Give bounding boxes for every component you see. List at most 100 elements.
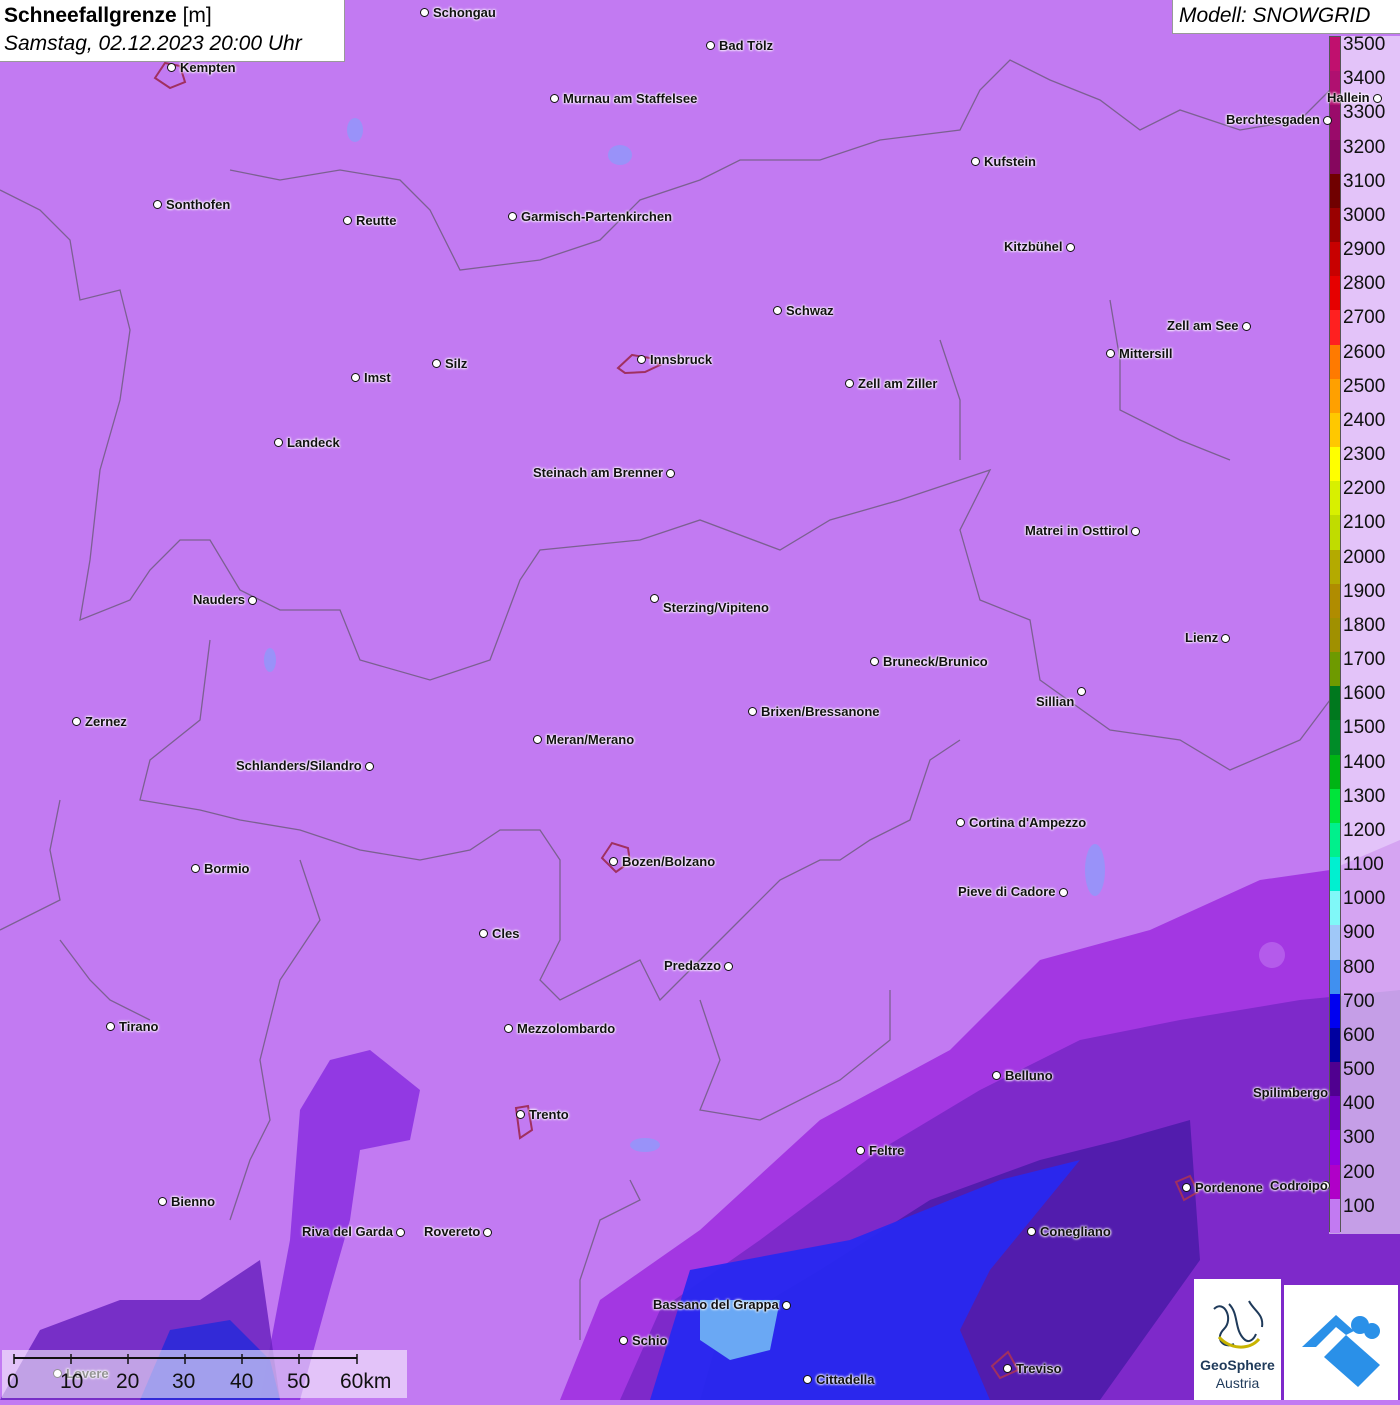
legend-swatch <box>1330 310 1340 346</box>
legend-swatch <box>1330 549 1340 585</box>
city-marker <box>773 306 782 315</box>
city-marker <box>637 355 646 364</box>
city-label: Lienz <box>1185 630 1219 645</box>
legend-swatch <box>1330 412 1340 448</box>
legend-swatch <box>1330 139 1340 175</box>
legend-label: 400 <box>1343 1093 1375 1115</box>
city-marker <box>666 469 675 478</box>
city-marker <box>504 1024 513 1033</box>
legend-label: 300 <box>1343 1127 1375 1149</box>
city-marker <box>106 1022 115 1031</box>
legend-label: 1300 <box>1343 785 1386 807</box>
legend-label: 1600 <box>1343 683 1386 705</box>
legend-label: 900 <box>1343 922 1375 944</box>
legend-label: 3400 <box>1343 68 1386 90</box>
legend-swatch <box>1330 583 1340 619</box>
city-label: Sonthofen <box>166 197 231 212</box>
city-marker <box>609 857 618 866</box>
city-label: Kufstein <box>984 154 1036 169</box>
city-label: Spilimbergo <box>1253 1085 1329 1100</box>
city-label: Cles <box>492 926 520 941</box>
legend-label: 1800 <box>1343 614 1386 636</box>
city-label: Cortina d'Ampezzo <box>969 815 1087 830</box>
legend-label: 2100 <box>1343 512 1386 534</box>
legend-label: 3200 <box>1343 136 1386 158</box>
city-label: Belluno <box>1005 1068 1053 1083</box>
legend-swatch <box>1330 891 1340 926</box>
city-label: Bienno <box>171 1194 216 1209</box>
city-marker <box>1066 243 1075 252</box>
city-marker <box>856 1146 865 1155</box>
legend-label: 3500 <box>1343 34 1386 55</box>
city-marker <box>1323 116 1332 125</box>
mountain-snow-icon <box>1302 1315 1380 1387</box>
city-label: Imst <box>364 370 391 385</box>
legend-swatch <box>1330 378 1340 414</box>
city-label: Cittadella <box>816 1372 875 1387</box>
city-marker <box>956 818 965 827</box>
city-marker <box>803 1375 812 1384</box>
city-label: Trento <box>529 1107 569 1122</box>
legend-label: 1500 <box>1343 717 1386 739</box>
legend-label: 3000 <box>1343 204 1386 226</box>
city-marker <box>432 359 441 368</box>
city-marker <box>343 216 352 225</box>
city-marker <box>483 1228 492 1237</box>
city-label: Berchtesgaden <box>1226 112 1320 127</box>
legend-label: 2500 <box>1343 375 1386 397</box>
city-label: Murnau am Staffelsee <box>563 91 698 106</box>
city-label: Silz <box>445 356 468 371</box>
city-label: Hallein <box>1327 90 1370 105</box>
scale-label: 50 <box>287 1370 311 1393</box>
city-label: Schlanders/Silandro <box>236 758 362 773</box>
geosphere-sub: Austria <box>1215 1375 1260 1391</box>
city-label: Meran/Merano <box>546 732 635 747</box>
model-label: Modell: SNOWGRID <box>1172 0 1400 34</box>
legend-label: 1000 <box>1343 888 1386 910</box>
scale-label: 60km <box>340 1370 392 1393</box>
city-marker <box>479 929 488 938</box>
city-label: Bad Tölz <box>719 38 774 53</box>
city-label: Innsbruck <box>650 352 713 367</box>
color-legend: 3500 3400 3300 3200 3100 3000 2900 2800 2700 2600… <box>1329 34 1400 1234</box>
legend-label: 500 <box>1343 1059 1375 1081</box>
city-label: Reutte <box>356 213 397 228</box>
city-marker <box>1242 322 1251 331</box>
city-marker <box>1059 888 1068 897</box>
city-label: Pieve di Cadore <box>958 884 1056 899</box>
legend-swatch <box>1330 925 1340 961</box>
city-label: Mezzolombardo <box>517 1021 616 1036</box>
city-marker <box>153 200 162 209</box>
city-marker <box>396 1228 405 1237</box>
legend-swatch <box>1330 37 1340 72</box>
legend-swatch <box>1330 1198 1340 1234</box>
scale-label: 20 <box>116 1370 140 1393</box>
city-label: Conegliano <box>1040 1224 1111 1239</box>
city-marker <box>420 8 429 17</box>
legend-swatch <box>1330 105 1340 140</box>
legend-swatch <box>1330 1096 1340 1131</box>
city-label: Bormio <box>204 861 250 876</box>
map-datetime: Samstag, 02.12.2023 20:00 Uhr <box>4 32 302 55</box>
city-label: Zernez <box>85 714 127 729</box>
legend-swatch <box>1330 447 1340 482</box>
legend-label: 800 <box>1343 956 1375 978</box>
legend-label: 700 <box>1343 990 1375 1012</box>
legend-swatch <box>1330 1164 1340 1200</box>
legend-swatch <box>1330 344 1340 380</box>
city-label: Sterzing/Vipiteno <box>663 600 769 615</box>
geosphere-name: GeoSphere <box>1200 1357 1275 1373</box>
legend-swatch <box>1330 515 1340 551</box>
legend-swatch <box>1330 822 1340 858</box>
legend-label: 1700 <box>1343 649 1386 671</box>
city-label: Bozen/Bolzano <box>622 854 716 869</box>
legend-swatch <box>1330 242 1340 277</box>
city-label: Landeck <box>287 435 340 450</box>
legend-label: 3300 <box>1343 102 1386 124</box>
city-label: Mittersill <box>1119 346 1173 361</box>
legend-swatch <box>1330 754 1340 790</box>
scale-label: 0 <box>7 1370 19 1393</box>
scale-label: 40 <box>230 1370 254 1393</box>
city-label: Matrei in Osttirol <box>1025 523 1129 538</box>
city-marker <box>351 373 360 382</box>
